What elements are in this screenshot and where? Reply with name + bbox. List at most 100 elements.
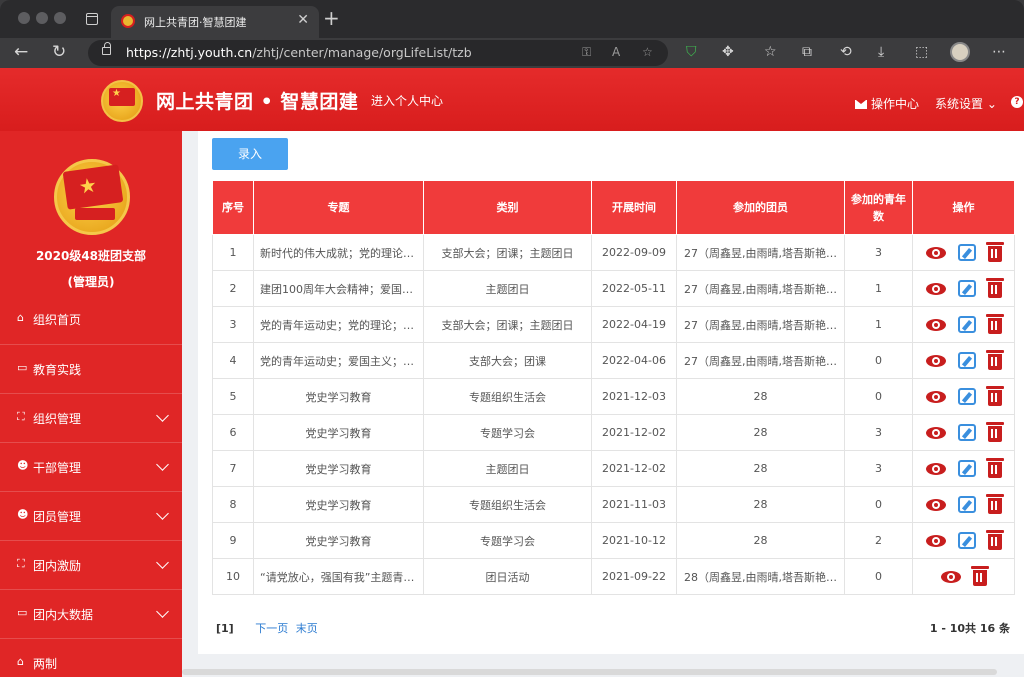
favorite-add-icon[interactable]: ☆ xyxy=(642,45,653,59)
site-favicon-icon xyxy=(121,14,135,28)
view-icon[interactable] xyxy=(925,534,946,547)
cell-topic: 党的青年运动史；爱国主义；… xyxy=(253,342,424,379)
chevron-down-icon: ⌄ xyxy=(986,97,997,111)
folder-icon: ▭ xyxy=(17,606,28,619)
sidebar-item-two-systems[interactable]: ⌂ 两制 xyxy=(0,638,182,677)
view-icon[interactable] xyxy=(925,282,946,295)
edit-icon[interactable] xyxy=(957,280,976,297)
edit-icon[interactable] xyxy=(957,460,976,477)
sidebar-item-big-data[interactable]: ▭ 团内大数据 xyxy=(0,589,182,638)
edit-icon[interactable] xyxy=(957,496,976,513)
sidebar-item-home[interactable]: ⌂ 组织首页 xyxy=(0,295,182,344)
col-header-members: 参加的团员 xyxy=(676,180,845,235)
cell-index: 6 xyxy=(212,414,254,451)
reload-icon[interactable]: ↻ xyxy=(52,42,66,62)
cell-topic: “请党放心，强国有我”主题青… xyxy=(253,558,424,595)
chevron-down-icon xyxy=(156,507,169,520)
table-row: 9 党史学习教育 专题学习会 2021-10-12 28 2 xyxy=(212,522,1015,559)
league-emblem-icon: ★ xyxy=(54,159,130,235)
tab-close-icon[interactable]: ✕ xyxy=(297,12,309,28)
table-row: 6 党史学习教育 专题学习会 2021-12-02 28 3 xyxy=(212,414,1015,451)
cell-youth-count: 0 xyxy=(844,558,913,595)
key-icon[interactable]: ⚿ xyxy=(582,45,591,60)
browser-tab-active[interactable]: 网上共青团·智慧团建 ✕ xyxy=(111,6,319,38)
edit-icon[interactable] xyxy=(957,352,976,369)
shield-extension-icon[interactable]: ⛉ xyxy=(686,44,697,60)
more-menu-icon[interactable]: ⋯ xyxy=(992,44,1006,60)
view-icon[interactable] xyxy=(925,354,946,367)
cell-youth-count: 3 xyxy=(844,234,913,271)
next-page-link[interactable]: 下一页 xyxy=(255,622,288,635)
cell-topic: 党的青年运动史；党的理论；… xyxy=(253,306,424,343)
delete-icon[interactable] xyxy=(985,314,1004,334)
help-icon[interactable]: ? xyxy=(1011,96,1023,108)
extensions-icon[interactable]: ✥ xyxy=(722,44,734,60)
delete-icon[interactable] xyxy=(985,242,1004,262)
window-minimize-button[interactable] xyxy=(36,12,48,24)
delete-icon[interactable] xyxy=(985,386,1004,406)
view-icon[interactable] xyxy=(925,318,946,331)
collections-icon[interactable]: ⧉ xyxy=(802,44,812,60)
delete-icon[interactable] xyxy=(985,494,1004,514)
cell-topic: 党史学习教育 xyxy=(253,414,424,451)
add-record-button[interactable]: 录入 xyxy=(212,138,288,170)
download-icon[interactable]: ⤓ xyxy=(878,44,884,60)
edit-icon[interactable] xyxy=(957,388,976,405)
cell-date: 2022-04-19 xyxy=(591,306,677,343)
chevron-down-icon xyxy=(156,556,169,569)
view-icon[interactable] xyxy=(940,570,961,583)
sidebar-item-org-management[interactable]: ⛶ 组织管理 xyxy=(0,393,182,442)
delete-icon[interactable] xyxy=(985,422,1004,442)
horizontal-scrollbar[interactable] xyxy=(182,669,997,675)
cell-index: 4 xyxy=(212,342,254,379)
delete-icon[interactable] xyxy=(985,350,1004,370)
url-input[interactable]: https://zhtj.youth.cn/zhtj/center/manage… xyxy=(88,40,668,66)
view-icon[interactable] xyxy=(925,390,946,403)
table-row: 5 党史学习教育 专题组织生活会 2021-12-03 28 0 xyxy=(212,378,1015,415)
window-zoom-button[interactable] xyxy=(54,12,66,24)
home-icon: ⌂ xyxy=(17,655,24,668)
org-name: 2020级48班团支部 xyxy=(35,249,147,263)
edit-icon[interactable] xyxy=(957,316,976,333)
screenshot-icon[interactable]: ⬚ xyxy=(915,44,928,60)
last-page-link[interactable]: 末页 xyxy=(296,622,318,635)
sidebar-item-incentive[interactable]: ⛶ 团内激励 xyxy=(0,540,182,589)
system-settings-menu[interactable]: 系统设置 ⌄ xyxy=(935,95,997,112)
window-close-button[interactable] xyxy=(18,12,30,24)
cell-topic: 党史学习教育 xyxy=(253,522,424,559)
history-icon[interactable]: ⟲ xyxy=(840,44,852,60)
back-icon[interactable]: ← xyxy=(14,42,28,62)
sidebar-item-cadre-management[interactable]: ☻ 干部管理 xyxy=(0,442,182,491)
edit-icon[interactable] xyxy=(957,532,976,549)
edit-icon[interactable] xyxy=(957,424,976,441)
folder-icon: ▭ xyxy=(17,361,28,374)
delete-icon[interactable] xyxy=(985,530,1004,550)
sitemap-icon: ⛶ xyxy=(17,410,25,423)
favorites-icon[interactable]: ☆ xyxy=(764,44,777,60)
col-header-topic: 专题 xyxy=(253,180,424,235)
cell-youth-count: 0 xyxy=(844,342,913,379)
league-emblem-logo[interactable]: ★ xyxy=(101,80,143,122)
star-icon: ★ xyxy=(112,88,121,99)
tab-overview-icon[interactable] xyxy=(86,13,98,25)
read-aloud-icon[interactable]: A xyxy=(612,45,620,59)
operation-center-link[interactable]: 操作中心 xyxy=(855,95,919,112)
delete-icon[interactable] xyxy=(985,278,1004,298)
view-icon[interactable] xyxy=(925,462,946,475)
view-icon[interactable] xyxy=(925,426,946,439)
sidebar-item-member-management[interactable]: ☻ 团员管理 xyxy=(0,491,182,540)
personal-center-link[interactable]: 进入个人中心 xyxy=(371,92,443,109)
cell-youth-count: 1 xyxy=(844,306,913,343)
edit-icon[interactable] xyxy=(957,244,976,261)
view-icon[interactable] xyxy=(925,246,946,259)
sidebar-item-education[interactable]: ▭ 教育实践 xyxy=(0,344,182,393)
profile-avatar[interactable] xyxy=(950,42,970,62)
view-icon[interactable] xyxy=(925,498,946,511)
current-page: [1] xyxy=(216,622,234,635)
cell-youth-count: 3 xyxy=(844,450,913,487)
cell-index: 5 xyxy=(212,378,254,415)
cell-members: 28（周鑫昱,由雨晴,塔吾斯艳… xyxy=(676,558,845,595)
new-tab-button[interactable]: + xyxy=(323,6,340,30)
delete-icon[interactable] xyxy=(970,566,989,586)
delete-icon[interactable] xyxy=(985,458,1004,478)
